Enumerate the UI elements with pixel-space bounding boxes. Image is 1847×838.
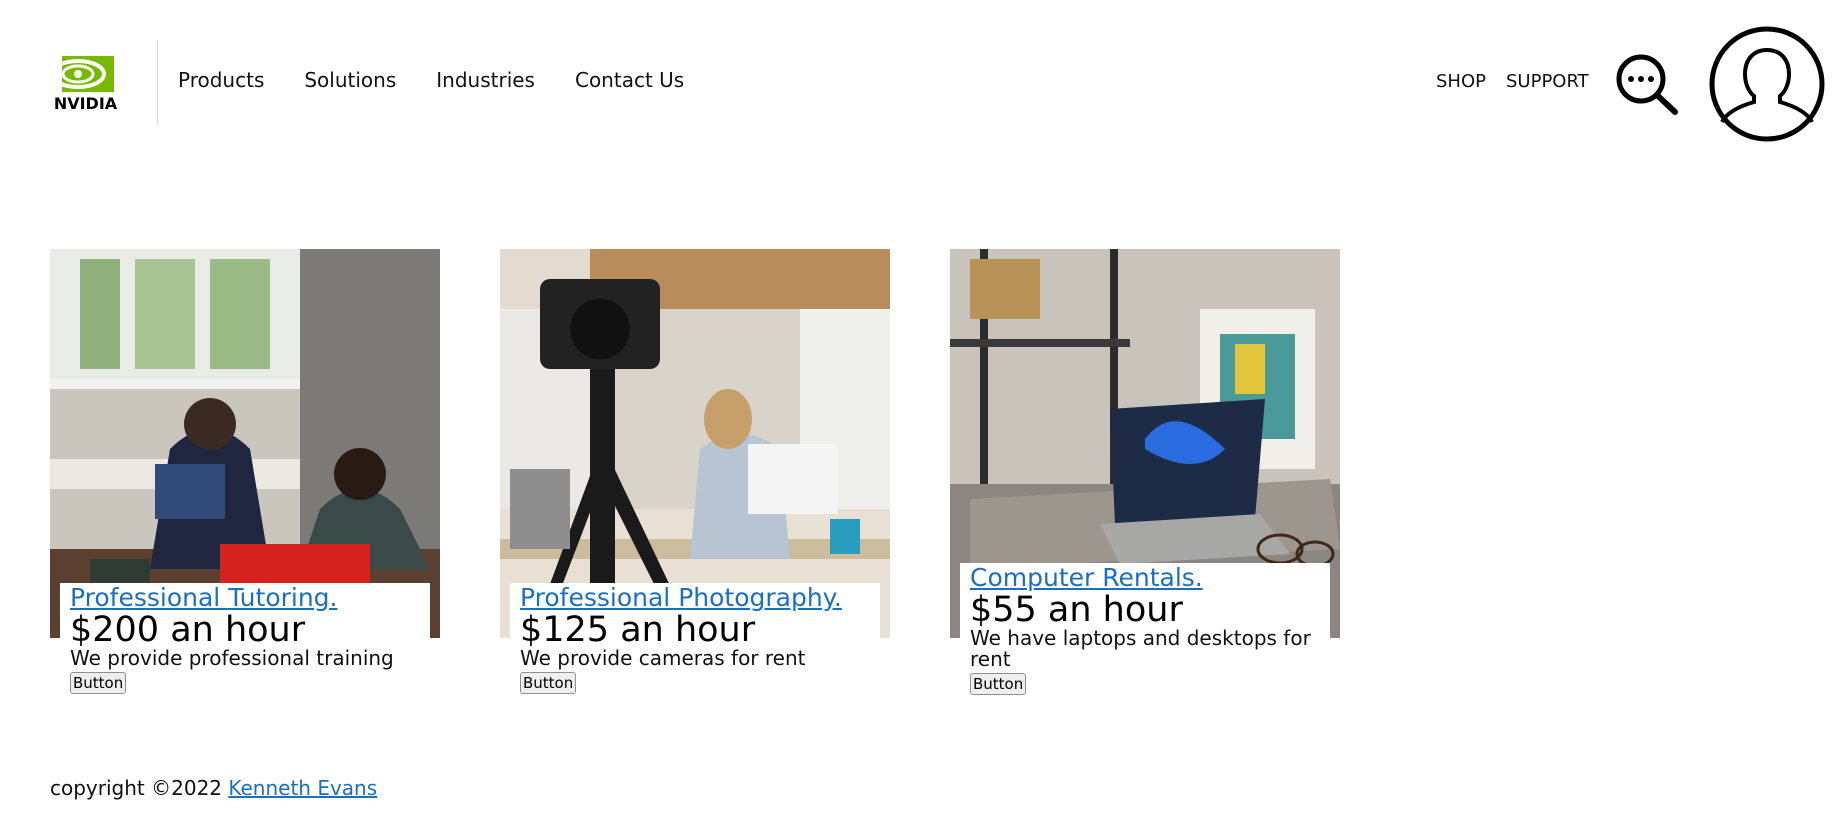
card-panel: Professional Tutoring. $200 an hour We p… bbox=[60, 583, 430, 694]
card-price: $55 an hour bbox=[970, 590, 1183, 630]
card-description: We provide cameras for rent bbox=[520, 646, 806, 670]
copyright-text: copyright ©2022 bbox=[50, 776, 223, 800]
card-panel: Professional Photography. $125 an hour W… bbox=[510, 583, 880, 694]
nvidia-logo[interactable]: NVIDIA bbox=[48, 54, 123, 114]
search-icon[interactable] bbox=[1615, 53, 1679, 115]
card-button[interactable]: Button bbox=[970, 673, 1027, 695]
card-price: $125 an hour bbox=[520, 610, 756, 650]
logo-wordmark: NVIDIA bbox=[53, 94, 118, 113]
nav-products[interactable]: Products bbox=[178, 68, 264, 92]
card-title-link[interactable]: Professional Photography. bbox=[520, 583, 870, 612]
nav-industries[interactable]: Industries bbox=[436, 68, 535, 92]
site-header: NVIDIA Products Solutions Industries Con… bbox=[0, 0, 1847, 165]
card-price: $200 an hour bbox=[70, 610, 306, 650]
card-description: We provide professional training bbox=[70, 646, 394, 670]
photography-photo bbox=[500, 249, 890, 638]
tutoring-photo bbox=[50, 249, 440, 638]
card-description: We have laptops and desktops for rent bbox=[970, 626, 1311, 671]
author-link[interactable]: Kenneth Evans bbox=[228, 776, 377, 800]
user-avatar-icon[interactable] bbox=[1709, 26, 1825, 142]
site-footer: copyright ©2022 Kenneth Evans bbox=[50, 776, 377, 800]
card-panel: Computer Rentals. $55 an hour We have la… bbox=[960, 563, 1330, 695]
nvidia-eye-icon bbox=[48, 54, 114, 94]
nav-solutions[interactable]: Solutions bbox=[304, 68, 396, 92]
header-divider bbox=[157, 40, 158, 125]
shop-link[interactable]: SHOP bbox=[1436, 71, 1486, 92]
main-nav: Products Solutions Industries Contact Us bbox=[178, 68, 684, 92]
card-title-link[interactable]: Professional Tutoring. bbox=[70, 583, 420, 612]
nav-contact-us[interactable]: Contact Us bbox=[575, 68, 684, 92]
card-title-link[interactable]: Computer Rentals. bbox=[970, 563, 1320, 592]
card-button[interactable]: Button bbox=[520, 672, 577, 694]
card-button[interactable]: Button bbox=[70, 672, 127, 694]
support-link[interactable]: SUPPORT bbox=[1506, 71, 1589, 92]
